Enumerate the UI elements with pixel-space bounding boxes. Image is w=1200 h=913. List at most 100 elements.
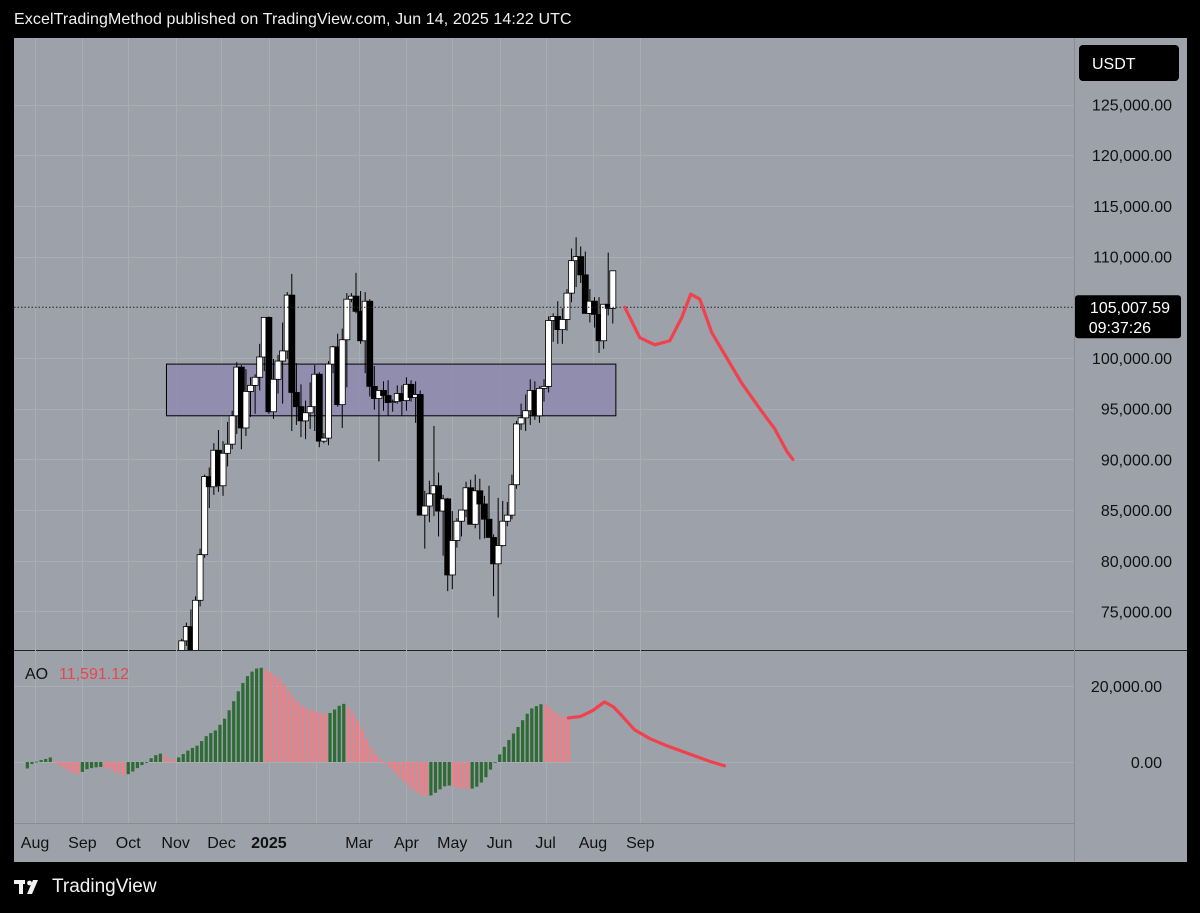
candle-body <box>242 391 250 429</box>
ao-bar <box>461 762 465 789</box>
ao-bar <box>245 676 250 762</box>
price-tick-label: 120,000.00 <box>1092 148 1172 165</box>
ao-bar <box>562 717 566 762</box>
chart-labels: AO 11,591.12 <box>25 666 129 683</box>
ao-bar <box>200 741 204 762</box>
candle-body <box>306 406 314 414</box>
ao-bar <box>236 691 240 762</box>
ao-bar <box>566 717 571 762</box>
tradingview-logo-icon <box>14 880 38 894</box>
price-tick-label: 95,000.00 <box>1101 402 1172 419</box>
candle-body <box>366 300 374 387</box>
candle-body <box>517 417 525 425</box>
candle-body <box>320 437 328 442</box>
ao-bar <box>534 706 538 762</box>
candle-body <box>274 360 282 380</box>
candle-body <box>380 390 387 396</box>
ao-bar <box>465 762 470 789</box>
ao-bar <box>525 713 529 762</box>
candle-body <box>256 356 264 378</box>
ao-bar <box>296 702 300 762</box>
ao-bar <box>342 703 346 762</box>
time-tick-label: Nov <box>161 835 189 852</box>
ao-bar <box>447 762 451 786</box>
candle-body <box>196 554 204 601</box>
ao-bar <box>498 754 502 762</box>
candle-body <box>247 384 254 392</box>
currency-label: USDT <box>1092 56 1136 73</box>
candle-body <box>453 520 461 541</box>
ao-bar <box>53 760 57 762</box>
ao-bar <box>277 679 282 762</box>
ao-bar <box>99 762 103 767</box>
tradingview-logo[interactable]: TradingView <box>14 876 157 898</box>
ao-bar <box>163 755 167 762</box>
ao-bar <box>305 708 309 762</box>
ao-bar <box>319 713 323 762</box>
candle-body <box>251 376 259 386</box>
ao-bar <box>452 762 456 787</box>
ao-bar <box>397 762 401 777</box>
time-tick-label: 2025 <box>251 835 287 852</box>
time-tick-label: Oct <box>116 835 141 852</box>
chart-area[interactable]: 125,000.00 120,000.00 115,000.00 110,000.00… <box>0 0 1200 913</box>
ao-bar <box>204 736 208 762</box>
ao-bar <box>406 762 410 786</box>
candle-body <box>545 320 552 387</box>
ao-bar <box>34 761 39 763</box>
ao-bar <box>112 762 117 772</box>
ao-bar <box>291 697 295 762</box>
ao-bar <box>222 718 227 762</box>
candle-body <box>425 493 433 507</box>
ao-bar <box>470 762 474 789</box>
ao-bar <box>232 701 236 762</box>
ao-bar <box>181 754 185 762</box>
ao-bar <box>539 704 543 762</box>
ao-bar <box>67 762 71 771</box>
ao-bar <box>227 710 231 762</box>
ao-bar <box>108 762 112 770</box>
ao-bar <box>94 762 98 768</box>
ao-bar <box>57 762 62 766</box>
candle-body <box>421 505 429 516</box>
ao-bar <box>511 733 516 762</box>
ao-bar <box>424 762 428 796</box>
ao-bar <box>333 709 337 762</box>
ao-bar <box>392 762 396 772</box>
ao-bar <box>167 758 172 762</box>
ao-bar <box>76 762 80 775</box>
ao-bar <box>264 670 268 762</box>
price-tick-label: 80,000.00 <box>1101 554 1172 571</box>
ao-bar <box>255 668 259 762</box>
ao-bar <box>48 757 52 762</box>
time-tick-label: May <box>437 835 467 852</box>
ao-bar <box>122 762 126 776</box>
ao-bar <box>149 758 153 762</box>
candle-body <box>476 490 484 505</box>
ao-bar <box>268 672 272 762</box>
candle-body <box>480 503 488 520</box>
ao-bar <box>410 762 415 790</box>
time-tick-label: Mar <box>345 835 373 852</box>
ao-bar <box>80 762 84 772</box>
ao-bar <box>314 711 318 762</box>
ao-bar <box>374 754 378 762</box>
time-tick-label: Sep <box>626 835 655 852</box>
candle-body <box>568 260 575 294</box>
ao-bar <box>250 671 254 762</box>
candle-body <box>201 476 209 556</box>
tradingview-brand: TradingView <box>52 876 157 897</box>
candle-body <box>513 423 520 486</box>
ao-bar <box>209 733 213 762</box>
price-tick-label: 85,000.00 <box>1101 503 1172 520</box>
ao-tick-label: 0.00 <box>1131 755 1162 772</box>
candle-body <box>279 350 287 362</box>
ao-bar <box>300 706 305 762</box>
candle-body <box>288 294 296 393</box>
candle-body <box>458 509 465 522</box>
candle-body <box>522 410 530 419</box>
ao-bar <box>39 760 43 762</box>
ao-bar <box>388 762 392 768</box>
candle-body <box>609 270 617 309</box>
ao-bar <box>484 762 488 778</box>
